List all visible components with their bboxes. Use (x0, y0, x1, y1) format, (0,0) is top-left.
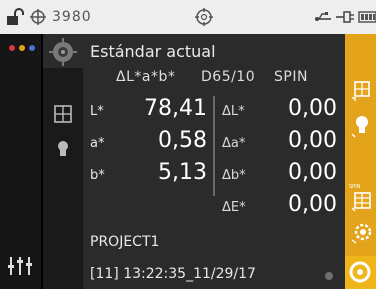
row-label: a* (90, 136, 105, 151)
delta-label: Δb* (222, 168, 246, 183)
reticle-icon[interactable] (49, 38, 77, 70)
usb-icon (314, 0, 332, 34)
row-value: 78,41 (144, 96, 207, 121)
right-rail: SPIN (345, 34, 376, 289)
delta-e-label: ΔE* (222, 200, 246, 215)
illuminant-icon[interactable] (351, 80, 371, 106)
row-value: 0,58 (158, 128, 207, 153)
delta-e-value: 0,00 (288, 192, 337, 217)
sliders-icon[interactable] (7, 255, 33, 279)
color-space-label: ΔL*a*b* (116, 69, 176, 85)
delta-label: Δa* (222, 136, 246, 151)
lock-open-icon[interactable] (6, 0, 24, 34)
gps-icon[interactable] (30, 0, 46, 34)
delta-value: 0,00 (288, 160, 337, 185)
bulb-icon[interactable] (57, 140, 69, 162)
delta-value: 0,00 (288, 128, 337, 153)
light-icon[interactable] (351, 114, 371, 142)
column-divider (213, 96, 215, 196)
status-bar: 3980 (0, 0, 376, 34)
spin-mode-label: SPIN (349, 184, 361, 190)
left-rail (0, 34, 41, 289)
settings-icon[interactable] (351, 222, 373, 248)
target-icon[interactable] (195, 0, 213, 34)
app-dots-icon[interactable] (9, 45, 35, 51)
measurement-panel: Estándar actual ΔL*a*b* D65/10 SPIN L* 7… (83, 34, 345, 289)
battery-icon (358, 0, 376, 34)
project-name[interactable]: PROJECT1 (90, 234, 159, 250)
tool-column (43, 34, 83, 289)
mode-label: SPIN (274, 69, 308, 85)
ring-button[interactable] (345, 256, 376, 289)
grid-icon[interactable] (351, 192, 371, 216)
sample-timestamp: [11] 13:22:35_11/29/17 (90, 266, 256, 282)
delta-value: 0,00 (288, 96, 337, 121)
grid-icon[interactable] (54, 105, 72, 127)
status-dot-icon (325, 272, 333, 280)
status-number: 3980 (52, 9, 92, 25)
delta-label: ΔL* (222, 104, 245, 119)
red-dot (9, 45, 15, 51)
blue-dot (29, 45, 35, 51)
spin-mode-icon[interactable]: SPIN (349, 184, 360, 190)
panel-title: Estándar actual (90, 42, 216, 61)
plug-icon (336, 0, 354, 34)
row-value: 5,13 (158, 160, 207, 185)
tool-column-body (43, 68, 83, 289)
illuminant-label: D65/10 (201, 69, 256, 85)
ring-icon (349, 261, 371, 283)
row-label: b* (90, 168, 105, 183)
row-label: L* (90, 104, 104, 119)
orange-dot (19, 45, 25, 51)
